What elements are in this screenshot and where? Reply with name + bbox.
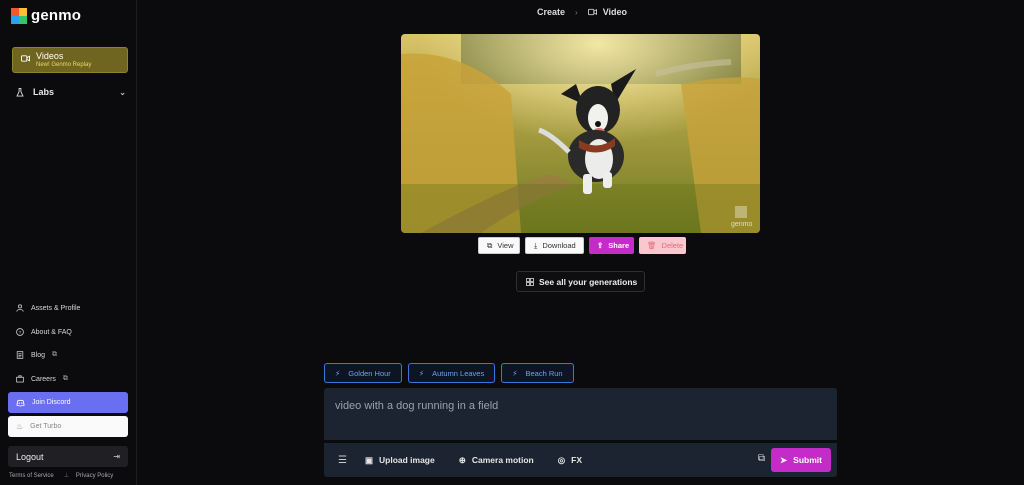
flask-icon xyxy=(16,87,24,97)
sidebar-item-sublabel: New! Genmo Replay xyxy=(36,62,92,68)
discord-icon xyxy=(16,399,25,406)
chip-autumn-leaves[interactable]: ⚡︎ Autumn Leaves xyxy=(407,363,496,383)
download-label: Download xyxy=(542,241,576,250)
get-turbo-button[interactable]: ♨ Get Turbo xyxy=(8,416,128,437)
breadcrumb: Create › Video xyxy=(537,7,627,17)
privacy-policy-link[interactable]: Privacy Policy xyxy=(76,473,113,479)
sidebar-item-label: Blog xyxy=(31,351,46,359)
delete-button[interactable]: 🗑︎ Delete xyxy=(639,237,686,254)
upload-image-label: Upload image xyxy=(379,455,435,465)
prompt-suggestions: ⚡︎ Golden Hour ⚡︎ Autumn Leaves ⚡︎ Beach… xyxy=(324,363,574,383)
video-watermark: genmo xyxy=(731,221,753,228)
fx-icon: ◎ xyxy=(557,454,566,465)
external-link-icon: ⧉ xyxy=(52,351,58,358)
sidebar-item-label: Labs xyxy=(33,87,55,97)
genmo-logo-icon xyxy=(11,7,27,24)
video-actions: ⧉ View ⤓ Download ⇪ Share 🗑︎ Delete xyxy=(478,237,686,254)
trash-icon: 🗑︎ xyxy=(647,241,657,250)
video-camera-icon xyxy=(587,8,597,16)
chip-golden-hour[interactable]: ⚡︎ Golden Hour xyxy=(324,363,402,383)
submit-label: Submit xyxy=(793,455,822,465)
view-label: View xyxy=(497,241,514,250)
share-label: Share xyxy=(608,241,630,250)
document-icon xyxy=(16,351,24,359)
chip-label: Beach Run xyxy=(525,368,563,378)
breadcrumb-create[interactable]: Create xyxy=(537,7,565,17)
sidebar-item-label: Assets & Profile xyxy=(31,304,81,312)
external-link-icon: ⧉ xyxy=(487,240,493,250)
share-button[interactable]: ⇪ Share xyxy=(589,237,634,254)
generated-video-frame: genmo xyxy=(401,34,760,233)
video-player[interactable]: genmo xyxy=(401,34,760,233)
external-link-icon: ⧉ xyxy=(62,375,68,382)
prompt-input[interactable]: video with a dog running in a field xyxy=(324,388,837,440)
video-camera-icon xyxy=(21,55,30,62)
view-button[interactable]: ⧉ View xyxy=(478,237,520,254)
sidebar-item-blog[interactable]: Blog ⧉ xyxy=(16,349,57,361)
sidebar: genmo Videos New! Genmo Replay Labs ⌄ As… xyxy=(0,0,137,485)
chip-label: Golden Hour xyxy=(348,368,391,378)
fx-button[interactable]: ◎ FX xyxy=(558,455,582,466)
breadcrumb-current: Video xyxy=(602,7,628,17)
sidebar-item-label: Videos xyxy=(36,51,64,61)
grid-icon xyxy=(526,277,534,286)
fx-label: FX xyxy=(571,455,583,465)
sidebar-item-assets-profile[interactable]: Assets & Profile xyxy=(16,302,80,314)
sidebar-footer: Terms of Service ⊥ Privacy Policy xyxy=(9,472,129,480)
chevron-right-icon: › xyxy=(575,7,578,17)
settings-sliders-icon[interactable]: ☰ xyxy=(338,455,347,466)
user-icon xyxy=(16,304,24,312)
chip-beach-run[interactable]: ⚡︎ Beach Run xyxy=(501,363,574,383)
logout-button[interactable]: Logout ⇥ xyxy=(8,446,128,467)
send-icon: ➤ xyxy=(780,454,788,465)
briefcase-icon xyxy=(16,375,24,383)
flame-icon: ♨ xyxy=(16,422,24,431)
genmo-logo[interactable]: genmo xyxy=(11,7,81,24)
download-icon: ⤓ xyxy=(534,240,538,250)
join-discord-button[interactable]: Join Discord xyxy=(8,392,128,413)
see-all-generations-button[interactable]: See all your generations xyxy=(516,271,645,292)
link-icon[interactable]: ⧉ xyxy=(758,453,765,464)
sidebar-item-videos[interactable]: Videos New! Genmo Replay xyxy=(12,47,128,73)
see-all-label: See all your generations xyxy=(539,276,638,287)
chevron-down-icon: ⌄ xyxy=(119,87,126,97)
share-icon: ⇪ xyxy=(597,241,604,250)
get-turbo-label: Get Turbo xyxy=(30,423,62,430)
delete-label: Delete xyxy=(661,241,684,250)
brand-name: genmo xyxy=(31,7,82,24)
join-discord-label: Join Discord xyxy=(32,399,71,406)
terms-of-service-link[interactable]: Terms of Service xyxy=(9,473,54,479)
sidebar-item-label: About & FAQ xyxy=(31,328,72,336)
sidebar-item-about-faq[interactable]: ? About & FAQ xyxy=(16,326,72,338)
logout-icon: ⇥ xyxy=(113,452,120,461)
magic-wand-icon: ⚡︎ xyxy=(512,368,518,378)
logout-label: Logout xyxy=(16,451,44,462)
help-circle-icon: ? xyxy=(16,328,24,336)
upload-image-button[interactable]: ▣ Upload image xyxy=(365,455,435,466)
magic-wand-icon: ⚡︎ xyxy=(418,368,425,378)
prompt-toolbar: ☰ ▣ Upload image ⊕ Camera motion ◎ FX ⧉ … xyxy=(324,443,837,477)
submit-button[interactable]: ➤ Submit xyxy=(771,448,831,472)
camera-motion-icon: ⊕ xyxy=(458,454,466,465)
sidebar-item-careers[interactable]: Careers ⧉ xyxy=(16,373,68,385)
svg-text:?: ? xyxy=(19,330,22,336)
chip-label: Autumn Leaves xyxy=(432,368,485,378)
magic-wand-icon: ⚡︎ xyxy=(335,368,341,378)
sidebar-item-label: Careers xyxy=(31,375,56,383)
camera-motion-label: Camera motion xyxy=(471,455,534,465)
camera-motion-button[interactable]: ⊕ Camera motion xyxy=(459,455,534,466)
download-button[interactable]: ⤓ Download xyxy=(525,237,584,254)
footer-separator-icon: ⊥ xyxy=(63,473,69,479)
image-icon: ▣ xyxy=(364,454,373,465)
sidebar-item-labs[interactable]: Labs ⌄ xyxy=(16,85,126,99)
